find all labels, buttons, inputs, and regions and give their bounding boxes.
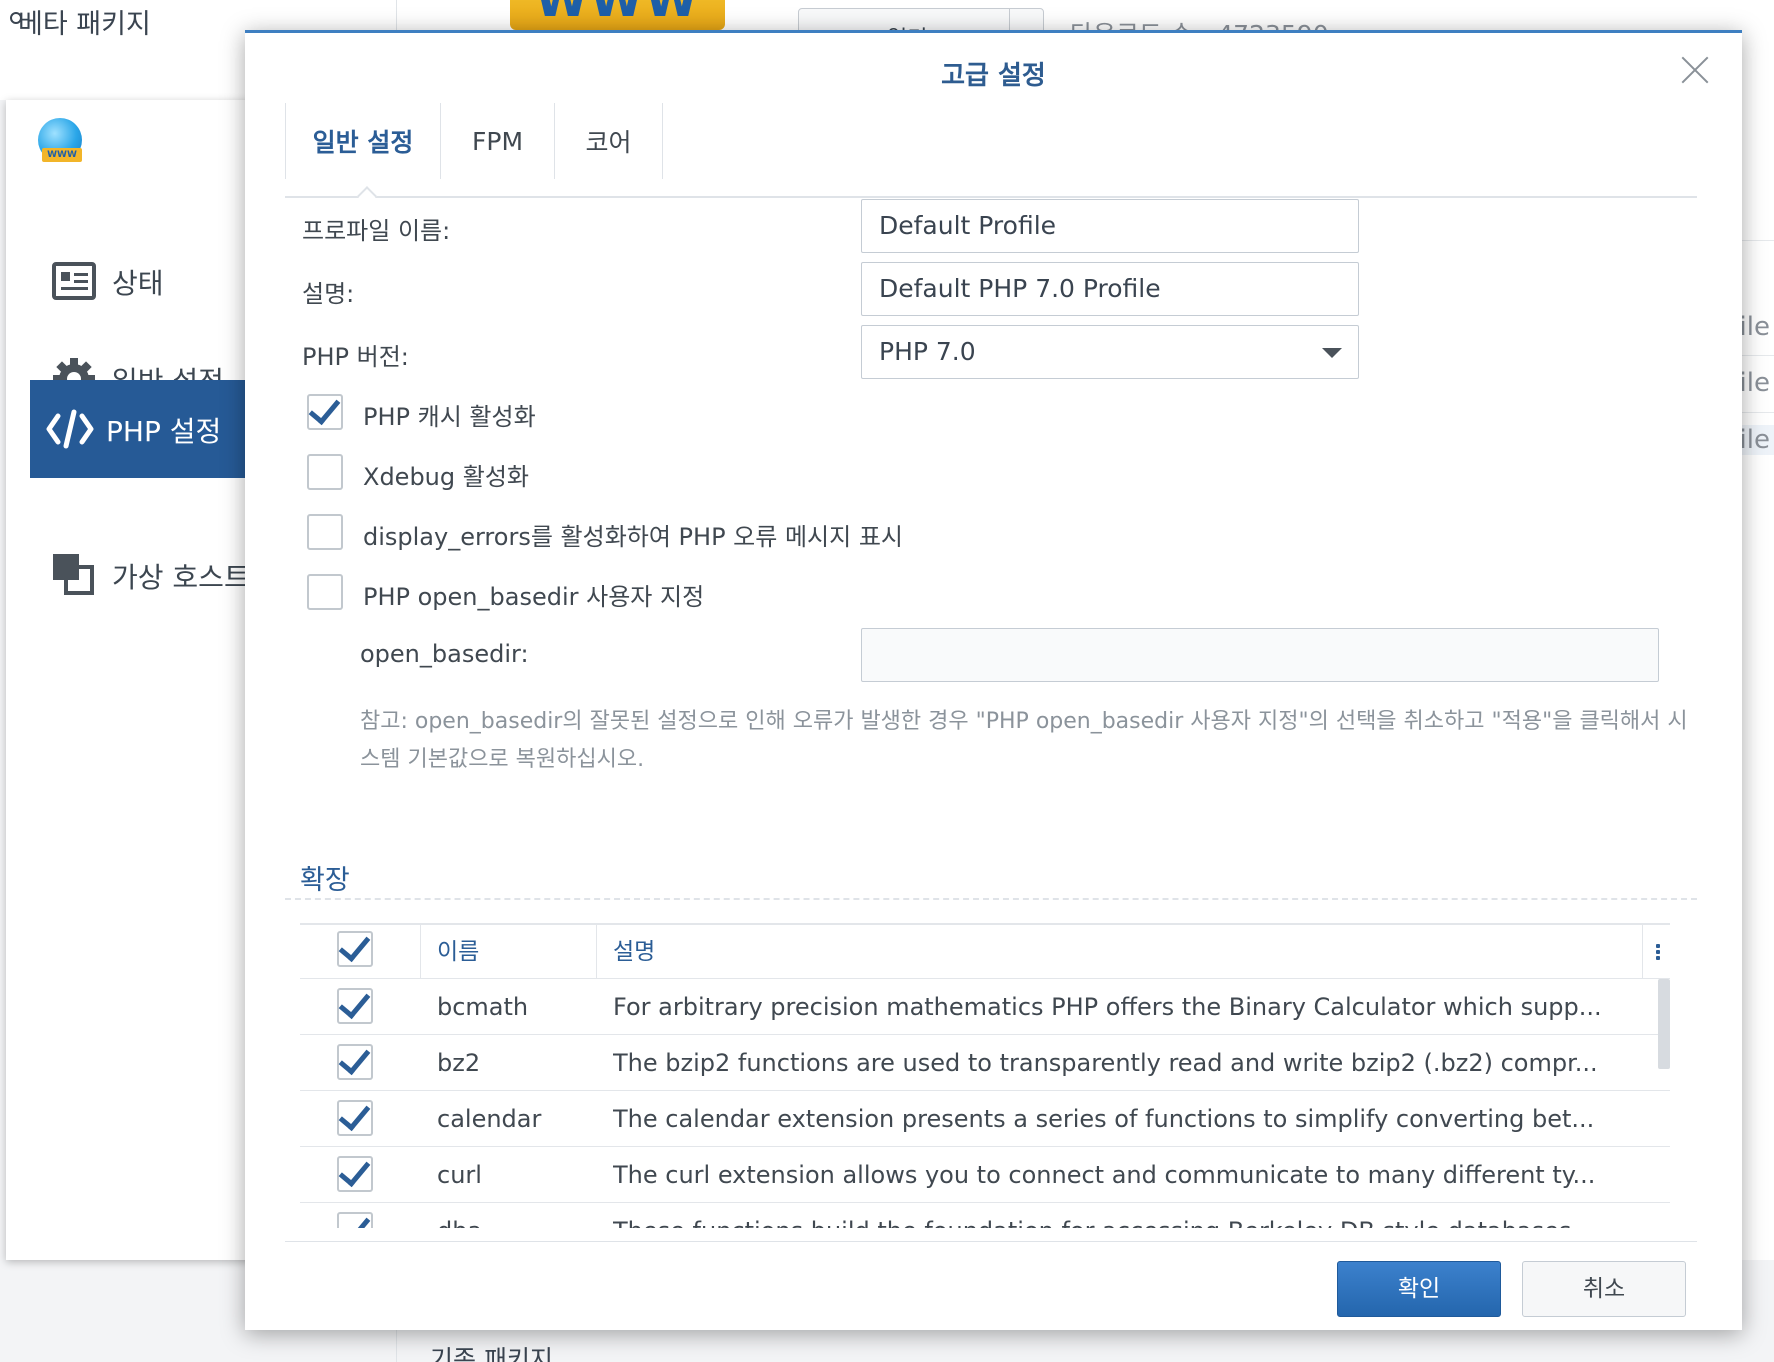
virtual-host-icon — [52, 554, 96, 596]
web-station-package-logo: WWW — [510, 0, 725, 30]
sidebar-item-status[interactable]: 상태 — [30, 232, 250, 330]
sidebar-item-php-settings-active[interactable]: PHP 설정 — [30, 380, 250, 478]
advanced-settings-dialog: 고급 설정 일반 설정 FPM 코어 프로파일 이름: Default Prof… — [245, 30, 1742, 1330]
column-divider — [596, 925, 597, 979]
extension-name: dba — [437, 1203, 587, 1228]
beta-packages-label: 베타 패키지 — [10, 2, 151, 41]
column-divider — [1642, 925, 1643, 979]
extensions-table: 이름 설명 bcmath For arbitrary precision mat… — [300, 923, 1670, 1228]
sidebar-item-virtual-host[interactable]: 가상 호스트 — [30, 526, 250, 624]
open-basedir-checkbox[interactable] — [307, 574, 343, 610]
ok-button[interactable]: 확인 — [1337, 1261, 1501, 1317]
display-errors-checkbox[interactable] — [307, 514, 343, 550]
table-row[interactable]: bz2 The bzip2 functions are used to tran… — [300, 1035, 1670, 1091]
open-basedir-label: open_basedir: — [360, 640, 529, 668]
open-basedir-custom-label: PHP open_basedir 사용자 지정 — [363, 583, 705, 611]
extension-name: bcmath — [437, 993, 529, 1021]
extension-description: For arbitrary precision mathematics PHP … — [613, 993, 1602, 1021]
dialog-title: 고급 설정 — [941, 61, 1046, 91]
row-checkbox[interactable] — [337, 1100, 373, 1136]
close-icon[interactable] — [1680, 55, 1710, 85]
open-basedir-field[interactable] — [861, 628, 1659, 682]
xdebug-label: Xdebug 활성화 — [363, 463, 529, 491]
table-row[interactable]: dba These functions build the foundation… — [300, 1203, 1670, 1228]
extension-description: These functions build the foundation for… — [613, 1203, 1633, 1228]
table-header: 이름 설명 — [300, 925, 1670, 979]
column-menu-icon[interactable] — [1656, 944, 1660, 960]
extensions-title: 확장 — [300, 865, 350, 896]
php-cache-checkbox[interactable] — [307, 394, 343, 430]
profile-name-label: 프로파일 이름: — [302, 217, 451, 245]
web-station-logo-badge: WWW — [42, 148, 82, 162]
cancel-button[interactable]: 취소 — [1522, 1261, 1686, 1317]
footer-divider — [285, 1241, 1697, 1242]
description-label: 설명: — [302, 280, 355, 308]
row-checkbox[interactable] — [337, 1156, 373, 1192]
extension-name: calendar — [437, 1105, 542, 1133]
open-basedir-note: 참고: open_basedir의 잘못된 설정으로 인해 오류가 발생한 경우… — [360, 709, 1688, 772]
select-all-checkbox[interactable] — [337, 931, 373, 967]
xdebug-checkbox[interactable] — [307, 454, 343, 490]
active-tab-indicator — [357, 186, 377, 206]
extension-name: curl — [437, 1161, 482, 1189]
code-icon — [46, 408, 94, 454]
table-scrollbar[interactable] — [1658, 979, 1670, 1069]
extension-description: The curl extension allows you to connect… — [613, 1161, 1596, 1189]
sidebar-item-label: 상태 — [112, 267, 164, 300]
extension-description: The calendar extension presents a series… — [613, 1105, 1595, 1133]
sidebar-item-label: 가상 호스트 — [112, 561, 250, 594]
tab-general-settings[interactable]: 일반 설정 — [285, 103, 441, 179]
extension-description: The bzip2 functions are used to transpar… — [613, 1049, 1598, 1077]
row-checkbox[interactable] — [337, 1044, 373, 1080]
dialog-tabs: 일반 설정 FPM 코어 — [285, 103, 1697, 206]
php-cache-label: PHP 캐시 활성화 — [363, 403, 536, 431]
row-checkbox[interactable] — [337, 1212, 373, 1228]
table-row[interactable]: bcmath For arbitrary precision mathemati… — [300, 979, 1670, 1035]
php-version-label: PHP 버전: — [302, 343, 409, 371]
column-header-description[interactable]: 설명 — [613, 925, 655, 979]
status-card-icon — [52, 260, 96, 302]
existing-packages-label: 기존 패키지 — [430, 1345, 553, 1362]
sidebar-item-label: PHP 설정 — [106, 415, 222, 448]
extensions-divider — [285, 898, 1697, 900]
description-field[interactable]: Default PHP 7.0 Profile — [861, 262, 1359, 316]
column-header-name[interactable]: 이름 — [437, 925, 479, 979]
beta-radio-icon — [10, 12, 22, 24]
php-version-select[interactable]: PHP 7.0 — [861, 325, 1359, 379]
tab-core[interactable]: 코어 — [555, 103, 663, 179]
table-row[interactable]: curl The curl extension allows you to co… — [300, 1147, 1670, 1203]
display-errors-label: display_errors를 활성화하여 PHP 오류 메시지 표시 — [363, 523, 904, 551]
row-checkbox[interactable] — [337, 988, 373, 1024]
table-row[interactable]: calendar The calendar extension presents… — [300, 1091, 1670, 1147]
tab-fpm[interactable]: FPM — [441, 103, 555, 179]
profile-name-field[interactable]: Default Profile — [861, 199, 1359, 253]
web-station-window: WWW 상태 일반 설정 가상 호스트 — [6, 100, 276, 1260]
chevron-down-icon — [1322, 348, 1342, 358]
php-version-value: PHP 7.0 — [879, 337, 976, 366]
extension-name: bz2 — [437, 1049, 481, 1077]
column-divider — [420, 925, 421, 979]
